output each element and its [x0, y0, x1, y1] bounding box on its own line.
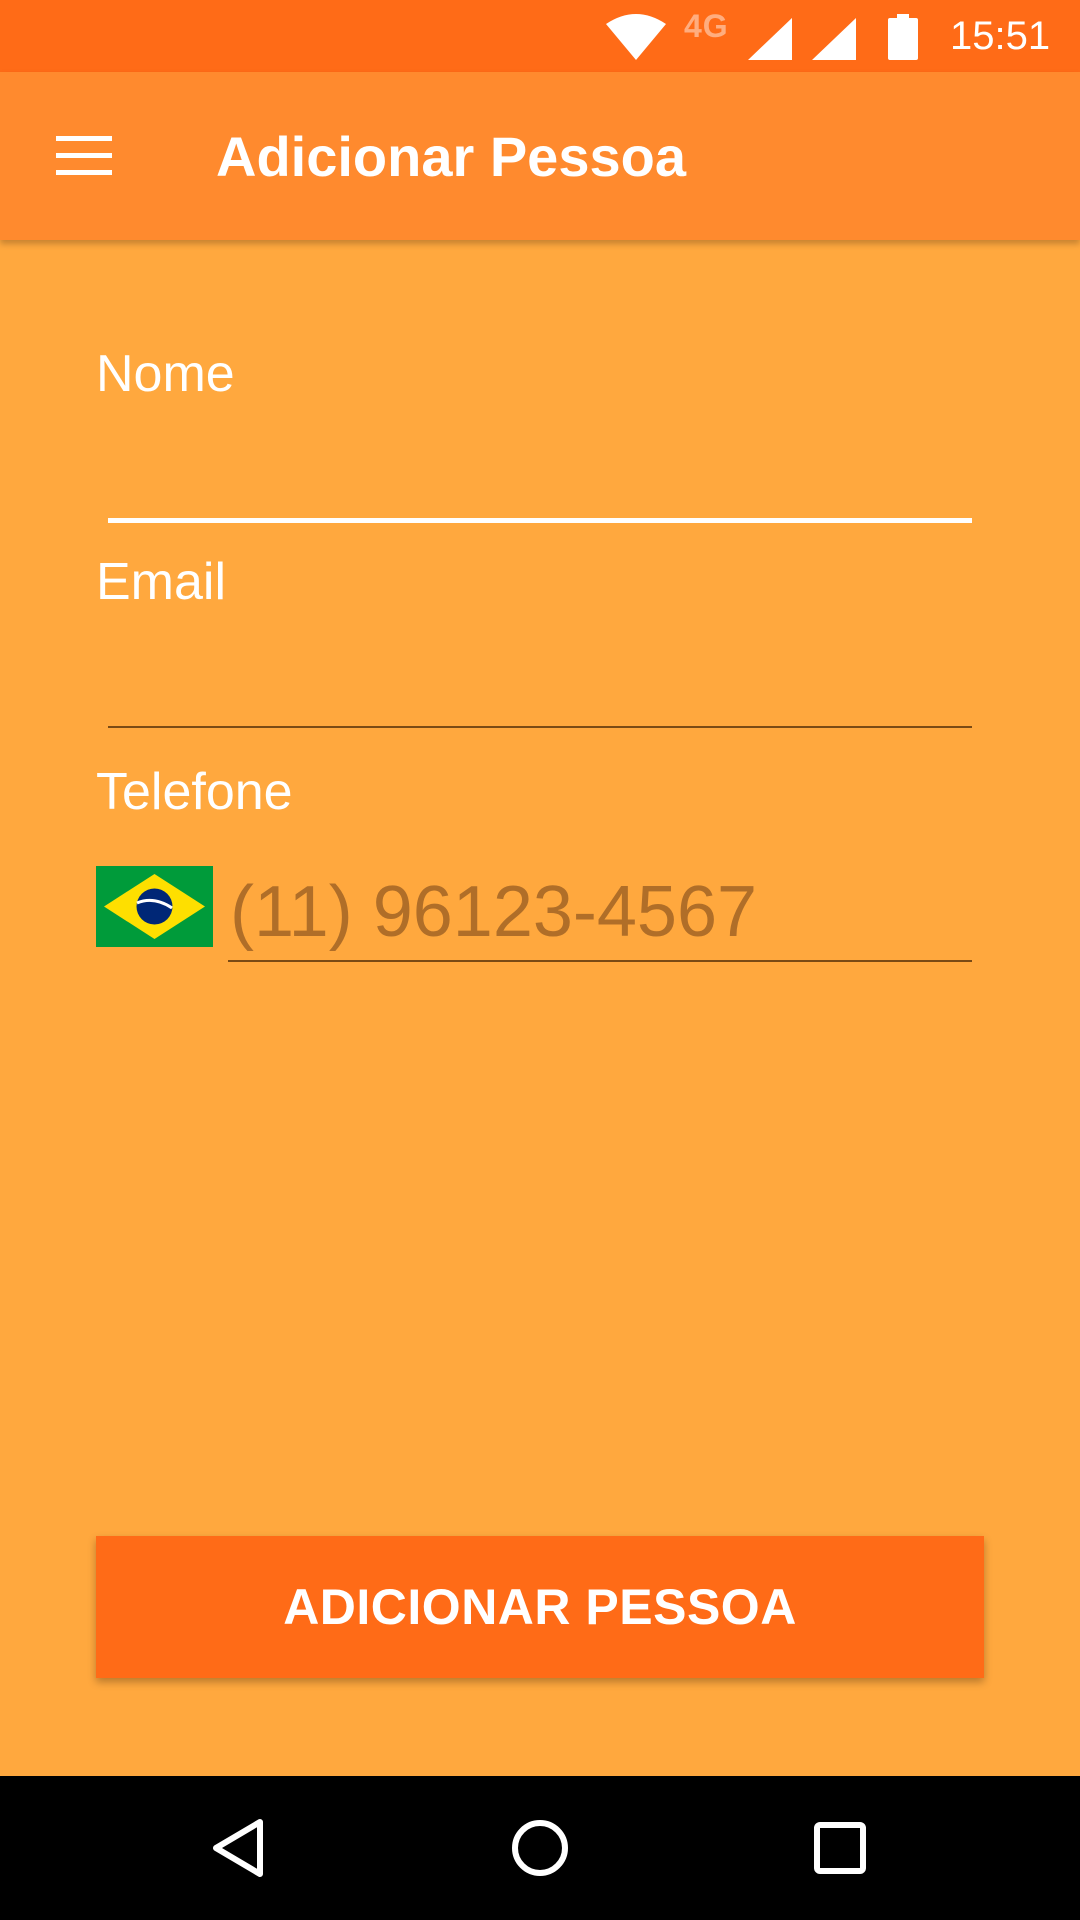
telefone-label: Telefone: [96, 763, 293, 821]
email-field[interactable]: [108, 648, 972, 718]
nome-field[interactable]: [108, 442, 972, 512]
nome-underline: [108, 518, 972, 523]
back-icon[interactable]: [190, 1798, 290, 1898]
recents-icon[interactable]: [790, 1798, 890, 1898]
add-person-button[interactable]: ADICIONAR PESSOA: [96, 1536, 984, 1678]
email-underline: [108, 726, 972, 728]
nome-label: Nome: [96, 345, 235, 403]
status-clock: 15:51: [950, 14, 1051, 58]
telefone-underline: [228, 960, 972, 962]
email-label: Email: [96, 553, 227, 611]
app-bar: Adicionar Pessoa: [0, 72, 1080, 240]
screen: 4G 15:51 Adicionar Pessoa Nome Email Tel…: [0, 0, 1080, 1920]
network-type-label: 4G: [684, 8, 729, 44]
home-icon[interactable]: [490, 1798, 590, 1898]
signal-icon: [812, 18, 856, 60]
telefone-field[interactable]: [230, 870, 972, 954]
wifi-icon: [606, 14, 666, 60]
hamburger-menu-icon[interactable]: [56, 136, 112, 176]
battery-icon: [888, 14, 918, 60]
status-bar: 4G 15:51: [0, 0, 1080, 72]
signal-icon: [748, 18, 792, 60]
nav-bar: [0, 1776, 1080, 1920]
brazil-flag-icon[interactable]: [96, 866, 213, 947]
page-title: Adicionar Pessoa: [216, 125, 686, 188]
